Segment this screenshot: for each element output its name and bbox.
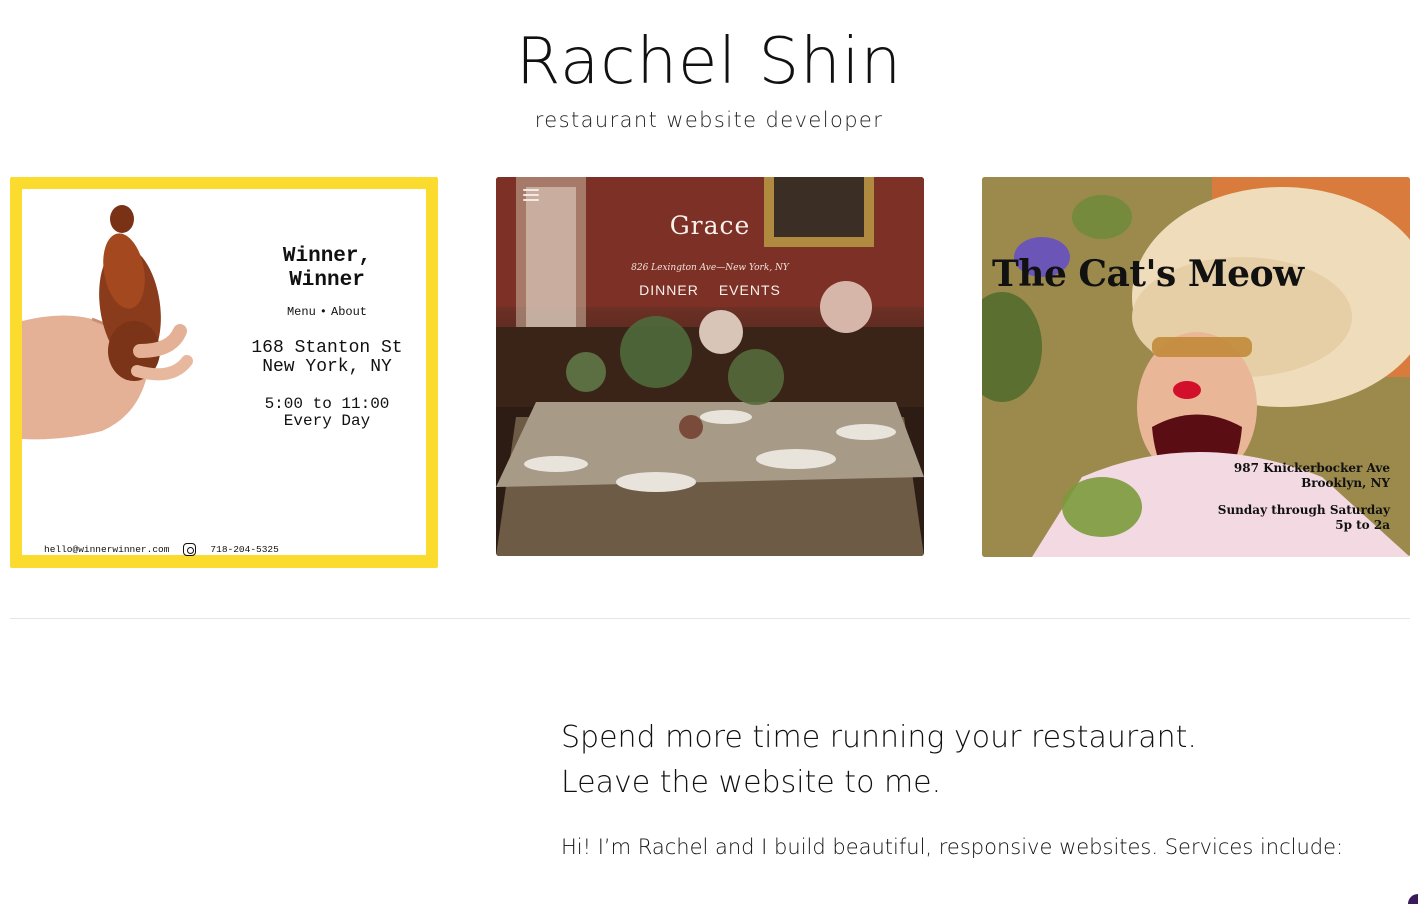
cats-meow-title: The Cat's Meow <box>992 253 1304 295</box>
site-title: Rachel Shin <box>515 25 903 99</box>
woman-in-hat-image <box>982 177 1410 557</box>
portfolio-card-winner-winner[interactable]: Winner, Winner Menu • About 168 Stanton St… <box>10 177 438 568</box>
grace-nav-dinner: DINNER <box>639 282 699 298</box>
pitch-headline: Spend more time running your restaurant.… <box>561 715 1343 805</box>
winner-footer: hello@winnerwinner.com 718-204-5325 <box>44 543 279 556</box>
winner-address-line1: 168 Stanton St <box>251 338 403 358</box>
winner-title: Winner, Winner <box>228 245 426 293</box>
grace-address: 826 Lexington Ave—New York, NY <box>631 263 789 273</box>
hamburger-menu-icon <box>523 189 539 204</box>
cats-meow-address: 987 Knickerbocker Ave Brooklyn, NY <box>1234 461 1390 491</box>
winner-address-line2: New York, NY <box>262 357 392 377</box>
grace-title: Grace <box>669 211 751 240</box>
cats-meow-hours-line1: Sunday through Saturday <box>1217 503 1390 517</box>
portfolio-card-cats-meow[interactable]: The Cat's Meow 987 Knickerbocker Ave Bro… <box>982 177 1410 557</box>
winner-phone: 718-204-5325 <box>210 544 279 555</box>
pitch-headline-line2: Leave the website to me. <box>561 765 942 800</box>
instagram-icon <box>183 543 197 556</box>
window-corner <box>1408 894 1418 904</box>
pitch-headline-line1: Spend more time running your restaurant. <box>561 720 1197 755</box>
grace-nav: DINNER EVENTS <box>496 282 924 298</box>
pitch-body: Hi! I’m Rachel and I build beautiful, re… <box>561 835 1344 859</box>
site-subtitle: restaurant website developer <box>534 108 884 132</box>
winner-nav: Menu • About <box>228 305 426 319</box>
winner-title-line1: Winner, <box>282 245 372 268</box>
winner-hours: 5:00 to 11:00 Every Day <box>228 396 426 430</box>
cats-meow-address-line2: Brooklyn, NY <box>1301 476 1390 490</box>
winner-nav-about: About <box>331 305 368 319</box>
winner-site-preview: Winner, Winner Menu • About 168 Stanton St… <box>22 189 426 556</box>
grace-nav-events: EVENTS <box>718 282 781 298</box>
winner-hours-line2: Every Day <box>283 412 371 430</box>
winner-email: hello@winnerwinner.com <box>44 544 170 555</box>
drumstick-image <box>22 205 193 440</box>
cats-meow-hours: Sunday through Saturday 5p to 2a <box>1218 503 1390 533</box>
portfolio-gallery: Winner, Winner Menu • About 168 Stanton St… <box>10 177 1410 569</box>
winner-nav-separator: • <box>319 305 327 319</box>
winner-nav-menu: Menu <box>286 305 316 319</box>
winner-title-line2: Winner <box>289 269 365 292</box>
cats-meow-hours-line2: 5p to 2a <box>1335 518 1390 532</box>
cats-meow-address-line1: 987 Knickerbocker Ave <box>1233 461 1390 475</box>
winner-address: 168 Stanton St New York, NY <box>228 339 426 377</box>
portfolio-card-grace[interactable]: Grace 826 Lexington Ave—New York, NY DIN… <box>496 177 924 556</box>
winner-hours-line1: 5:00 to 11:00 <box>264 395 390 413</box>
site-header: Rachel Shin restaurant website developer <box>0 0 1418 132</box>
pitch-section: Spend more time running your restaurant.… <box>561 715 1343 859</box>
section-divider <box>10 618 1410 619</box>
